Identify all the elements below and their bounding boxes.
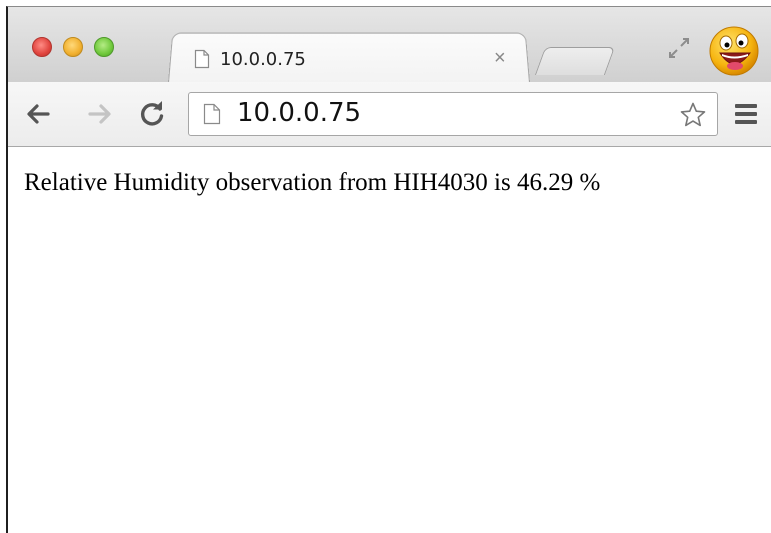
tab-strip: 10.0.0.75 ×	[8, 7, 771, 83]
forward-arrow-icon[interactable]	[86, 100, 114, 128]
address-text[interactable]: 10.0.0.75	[237, 98, 361, 128]
humidity-reading-text: Relative Humidity observation from HIH40…	[24, 169, 601, 196]
minimize-window-button[interactable]	[63, 37, 83, 57]
zoom-window-button[interactable]	[94, 37, 114, 57]
browser-window: 10.0.0.75 × 10.0.0.75 Relative Humidity …	[6, 6, 771, 533]
tab-title: 10.0.0.75	[220, 49, 306, 70]
address-bar[interactable]: 10.0.0.75	[188, 92, 718, 136]
close-window-button[interactable]	[32, 37, 52, 57]
page-content: Relative Humidity observation from HIH40…	[8, 147, 771, 533]
browser-toolbar: 10.0.0.75	[8, 82, 771, 147]
hamburger-menu-icon[interactable]	[735, 104, 757, 124]
back-arrow-icon[interactable]	[24, 100, 52, 128]
smiley-face-icon[interactable]	[708, 25, 760, 77]
active-tab-content[interactable]: 10.0.0.75 ×	[184, 45, 514, 75]
reload-icon[interactable]	[138, 100, 166, 128]
tab-close-button[interactable]: ×	[494, 47, 506, 70]
page-icon	[203, 103, 221, 125]
new-tab-button[interactable]	[534, 47, 616, 75]
fullscreen-icon[interactable]	[668, 37, 690, 59]
page-icon	[194, 49, 210, 69]
bookmark-star-icon[interactable]	[679, 101, 707, 129]
